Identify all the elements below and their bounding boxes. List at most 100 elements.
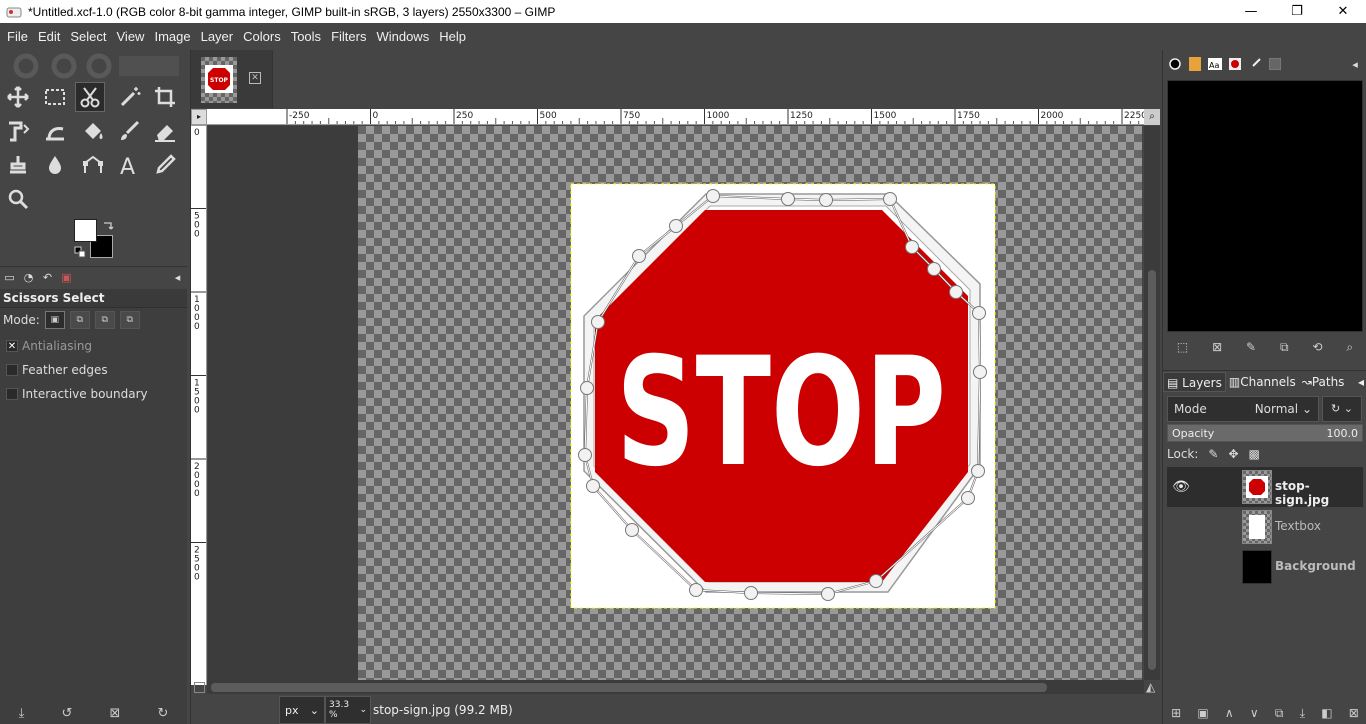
text-tool-icon[interactable]: A [115, 150, 145, 180]
smudge-tool-icon[interactable] [40, 150, 70, 180]
vertical-scrollbar-thumb[interactable] [1148, 270, 1156, 670]
tool-options-tab-icon[interactable]: ▭ [0, 268, 19, 288]
navigate-image-button[interactable] [194, 682, 205, 693]
crop-tool-icon[interactable] [150, 82, 180, 112]
new-group-icon[interactable]: ▣ [1197, 706, 1208, 720]
brush-preview[interactable] [1167, 80, 1363, 332]
opacity-slider[interactable]: Opacity 100.0 [1167, 424, 1363, 442]
fg-bg-colors[interactable] [72, 217, 116, 259]
delete-options-icon[interactable]: ⊠ [109, 706, 120, 721]
mode-add-button[interactable]: ⧉ [69, 311, 90, 329]
brushes-tab-icon[interactable] [1165, 55, 1185, 73]
zoom-toggle-icon[interactable]: ◭ [1146, 680, 1160, 694]
raise-layer-icon[interactable]: ∧ [1225, 706, 1234, 720]
horizontal-ruler[interactable]: -250 0 250 500 750 1000 1250 1500 1750 2000 2250 [207, 109, 1144, 125]
scissors-select-tool-icon[interactable] [75, 82, 105, 112]
save-options-icon[interactable]: ⤓ [19, 706, 25, 721]
bucket-fill-tool-icon[interactable] [78, 116, 108, 146]
quick-mask-corner[interactable]: ▸ [191, 109, 207, 125]
mode-subtract-button[interactable]: ⧉ [94, 311, 115, 329]
menu-filters[interactable]: Filters [326, 23, 371, 50]
minimize-button[interactable]: — [1228, 0, 1274, 23]
vertical-scrollbar[interactable] [1144, 126, 1160, 680]
configure-tab-icon[interactable]: ◂ [1355, 372, 1366, 392]
antialiasing-checkbox[interactable]: ✕ [6, 340, 18, 352]
brush-editor-tab-icon[interactable] [1245, 55, 1265, 73]
mode-replace-button[interactable]: ▣ [44, 311, 65, 329]
warp-transform-tool-icon[interactable] [40, 116, 70, 146]
visibility-toggle[interactable] [1167, 547, 1195, 587]
swap-colors-icon[interactable] [102, 219, 114, 231]
transform-tool-icon[interactable] [3, 116, 33, 146]
zoom-select[interactable]: 33.3 % ⌄ [325, 696, 371, 724]
document-history-tab-icon[interactable] [1225, 55, 1245, 73]
rect-select-tool-icon[interactable] [40, 82, 70, 112]
menu-view[interactable]: View [112, 23, 150, 50]
tab-layers[interactable]: ▤ Layers [1163, 371, 1226, 392]
restore-options-icon[interactable]: ↺ [61, 706, 72, 721]
layer-name[interactable]: Background [1275, 559, 1356, 573]
menu-edit[interactable]: Edit [33, 23, 65, 50]
visibility-toggle[interactable] [1167, 507, 1195, 547]
color-picker-tool-icon[interactable] [150, 150, 180, 180]
close-window-button[interactable]: ✕ [1320, 0, 1366, 23]
undo-history-tab-icon[interactable]: ↶ [38, 268, 57, 288]
lock-alpha-icon[interactable]: ▩ [1249, 447, 1260, 461]
layer-row[interactable]: Textbox [1167, 507, 1363, 547]
brush-open-icon[interactable]: ⌕ [1346, 340, 1353, 360]
zoom-tool-icon[interactable] [3, 184, 33, 214]
grid-tab-icon[interactable] [1265, 55, 1285, 73]
menu-layer[interactable]: Layer [196, 23, 239, 50]
brush-tag-icon[interactable]: ⬚ [1177, 340, 1188, 360]
device-status-tab-icon[interactable]: ◔ [19, 268, 38, 288]
eye-icon[interactable]: 👁 [1167, 467, 1195, 507]
menu-image[interactable]: Image [149, 23, 195, 50]
brush-refresh-icon[interactable]: ⟲ [1312, 340, 1322, 360]
maximize-button[interactable]: ❐ [1274, 0, 1320, 23]
brush-delete-icon[interactable]: ⊠ [1212, 340, 1222, 360]
feather-edges-checkbox[interactable] [6, 364, 18, 376]
vertical-ruler[interactable]: 05001000150020002500 [191, 125, 207, 685]
default-colors-icon[interactable] [74, 246, 86, 258]
new-layer-icon[interactable]: ⊞ [1171, 706, 1181, 720]
menu-file[interactable]: File [2, 23, 33, 50]
image-tab[interactable]: STOP ✕ [191, 50, 273, 108]
layer-row[interactable]: Background [1167, 547, 1363, 587]
zoom-image-icon[interactable]: ⌕ [1144, 109, 1160, 125]
horizontal-scrollbar[interactable] [207, 680, 1144, 694]
horizontal-scrollbar-thumb[interactable] [211, 683, 1047, 692]
tab-channels[interactable]: ▥Channels [1226, 372, 1299, 392]
paths-tool-icon[interactable] [78, 150, 108, 180]
tab-paths[interactable]: ↝Paths [1299, 372, 1348, 392]
fuzzy-select-tool-icon[interactable] [115, 82, 145, 112]
brush-edit-icon[interactable]: ✎ [1246, 340, 1256, 360]
mode-intersect-button[interactable]: ⧉ [119, 311, 140, 329]
eraser-tool-icon[interactable] [150, 116, 180, 146]
close-image-tab-icon[interactable]: ✕ [249, 72, 261, 84]
patterns-tab-icon[interactable] [1185, 55, 1205, 73]
lock-pixels-icon[interactable]: ✎ [1208, 447, 1218, 461]
configure-tab-icon[interactable]: ◂ [168, 268, 187, 288]
delete-layer-icon[interactable]: ⊠ [1349, 706, 1359, 720]
reset-options-icon[interactable]: ↻ [158, 706, 169, 721]
interactive-boundary-checkbox[interactable] [6, 388, 18, 400]
brush-duplicate-icon[interactable]: ⧉ [1280, 340, 1289, 360]
layer-mode-select[interactable]: Mode Normal ⌄ [1167, 395, 1319, 422]
duplicate-layer-icon[interactable]: ⧉ [1275, 706, 1284, 721]
menu-windows[interactable]: Windows [371, 23, 434, 50]
move-tool-icon[interactable] [3, 82, 33, 112]
lower-layer-icon[interactable]: ∨ [1250, 706, 1259, 720]
layer-row[interactable]: 👁 stop-sign.jpg [1167, 467, 1363, 507]
menu-select[interactable]: Select [65, 23, 111, 50]
layer-name[interactable]: Textbox [1275, 519, 1321, 533]
configure-tab-icon[interactable]: ◂ [1345, 55, 1365, 73]
lock-position-icon[interactable]: ✥ [1228, 447, 1238, 461]
canvas-area[interactable]: STOP [208, 126, 1142, 680]
layer-name[interactable]: stop-sign.jpg [1275, 479, 1363, 507]
images-tab-icon[interactable]: ▣ [57, 268, 76, 288]
fonts-tab-icon[interactable]: Aa [1205, 55, 1225, 73]
menu-colors[interactable]: Colors [238, 23, 286, 50]
unit-select[interactable]: px ⌄ [279, 696, 325, 724]
clone-tool-icon[interactable] [3, 150, 33, 180]
paintbrush-tool-icon[interactable] [115, 116, 145, 146]
